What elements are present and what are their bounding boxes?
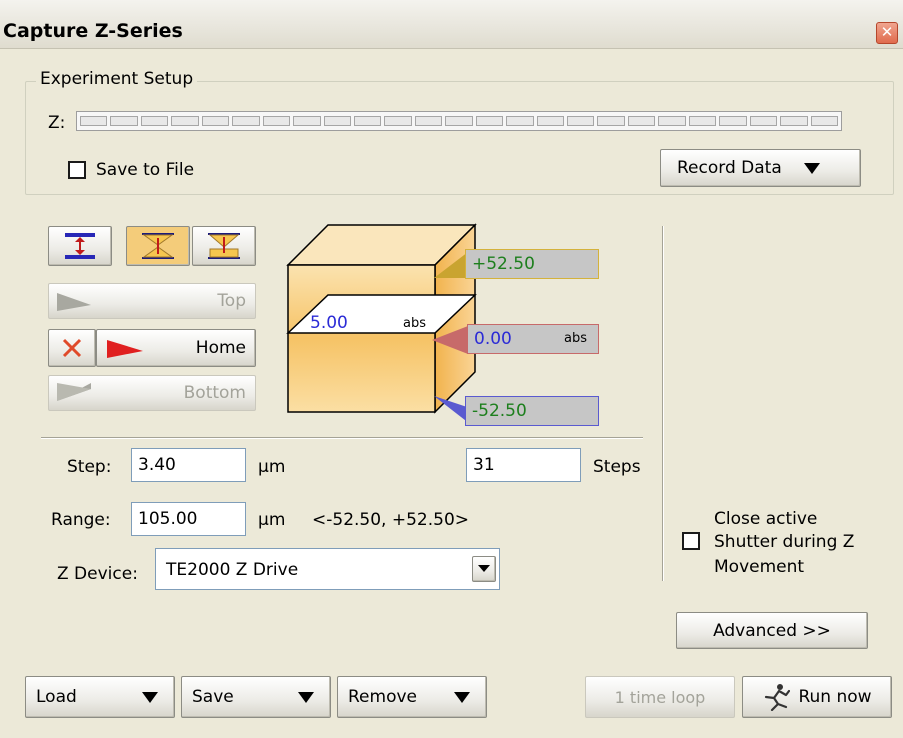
window-title: Capture Z-Series bbox=[3, 20, 183, 42]
advanced-button-label: Advanced >> bbox=[713, 620, 831, 641]
range-arrows-icon bbox=[65, 233, 95, 259]
z-device-value: TE2000 Z Drive bbox=[166, 560, 299, 580]
save-button[interactable]: Save bbox=[181, 676, 331, 718]
bottom-position-value: -52.50 bbox=[472, 401, 527, 421]
z-segment bbox=[506, 116, 534, 126]
steps-label: Steps bbox=[593, 457, 641, 477]
top-bottom-range-icon bbox=[208, 233, 240, 259]
home-button[interactable]: Home bbox=[96, 329, 256, 367]
step-unit: µm bbox=[258, 457, 286, 477]
chevron-down-icon bbox=[142, 691, 158, 703]
z-segment bbox=[323, 116, 351, 126]
z-segment bbox=[688, 116, 717, 126]
z-segment bbox=[201, 116, 230, 126]
save-to-file-label: Save to File bbox=[96, 160, 195, 180]
save-to-file-checkbox[interactable] bbox=[68, 161, 86, 179]
z-segment bbox=[80, 116, 108, 126]
z-segment bbox=[414, 116, 443, 126]
z-progress-bar bbox=[76, 111, 842, 131]
steps-input[interactable]: 31 bbox=[466, 448, 581, 482]
home-position-unit: abs bbox=[564, 331, 587, 346]
home-position-box: 0.00 abs bbox=[467, 324, 599, 354]
remove-button-label: Remove bbox=[348, 687, 417, 707]
range-input[interactable]: 105.00 bbox=[131, 502, 246, 536]
shutter-label-line2: Shutter during Z bbox=[714, 532, 855, 552]
step-input[interactable]: 3.40 bbox=[131, 448, 246, 482]
z-segment bbox=[353, 116, 382, 126]
chevron-down-icon bbox=[478, 565, 490, 572]
top-bottom-mode-button[interactable] bbox=[192, 226, 256, 266]
home-position-value: 0.00 bbox=[474, 329, 512, 349]
z-segment bbox=[719, 116, 747, 126]
top-button[interactable]: Top bbox=[48, 283, 256, 319]
z-device-dropdown-button[interactable] bbox=[472, 556, 496, 582]
bottom-position-box: -52.50 bbox=[465, 396, 599, 426]
play-arrow-icon bbox=[57, 383, 91, 401]
step-label: Step: bbox=[67, 457, 112, 477]
top-button-label: Top bbox=[217, 291, 246, 311]
time-loop-button[interactable]: 1 time loop bbox=[585, 676, 735, 718]
set-range-mode-button[interactable] bbox=[48, 226, 112, 266]
run-now-label: Run now bbox=[798, 687, 872, 707]
close-icon: ✕ bbox=[880, 23, 894, 41]
chevron-down-icon bbox=[803, 162, 820, 174]
chevron-down-icon bbox=[454, 691, 470, 703]
z-segment bbox=[536, 116, 564, 126]
z-segment bbox=[171, 116, 199, 126]
horizontal-divider bbox=[41, 437, 643, 439]
range-label: Range: bbox=[51, 510, 111, 530]
z-segment bbox=[567, 116, 595, 126]
bottom-button[interactable]: Bottom bbox=[48, 375, 256, 411]
symmetric-mode-button[interactable] bbox=[126, 226, 190, 266]
z-segment bbox=[597, 116, 625, 126]
z-segment bbox=[627, 116, 656, 126]
close-icon bbox=[62, 338, 82, 358]
running-man-icon bbox=[765, 684, 791, 711]
z-segment bbox=[658, 116, 686, 126]
range-bounds: <-52.50, +52.50> bbox=[312, 510, 470, 530]
z-segment bbox=[232, 116, 260, 126]
shutter-label-line1: Close active bbox=[714, 509, 818, 529]
home-marker-icon bbox=[432, 326, 468, 354]
home-button-label: Home bbox=[195, 338, 246, 358]
top-position-value: +52.50 bbox=[472, 254, 535, 274]
z-segment bbox=[262, 116, 291, 126]
vertical-divider bbox=[662, 226, 664, 581]
z-segment bbox=[293, 116, 321, 126]
shutter-label-line3: Movement bbox=[714, 557, 805, 577]
z-segment bbox=[140, 116, 169, 126]
time-loop-label: 1 time loop bbox=[614, 687, 706, 707]
current-z-value: 5.00 bbox=[310, 313, 348, 333]
z-segment bbox=[749, 116, 778, 126]
remove-button[interactable]: Remove bbox=[337, 676, 487, 718]
close-button[interactable]: ✕ bbox=[876, 22, 898, 44]
close-shutter-checkbox[interactable] bbox=[682, 532, 700, 550]
record-data-label: Record Data bbox=[677, 158, 782, 178]
top-position-box: +52.50 bbox=[465, 249, 599, 279]
play-arrow-icon bbox=[57, 293, 91, 311]
record-data-button[interactable]: Record Data bbox=[660, 149, 861, 187]
bottom-button-label: Bottom bbox=[183, 383, 246, 403]
z-segment bbox=[780, 116, 808, 126]
z-device-select[interactable]: TE2000 Z Drive bbox=[155, 548, 500, 590]
z-segment bbox=[445, 116, 473, 126]
advanced-button[interactable]: Advanced >> bbox=[676, 612, 868, 649]
load-button[interactable]: Load bbox=[25, 676, 175, 718]
z-device-label: Z Device: bbox=[57, 564, 138, 584]
play-arrow-icon bbox=[107, 340, 143, 358]
experiment-setup-label: Experiment Setup bbox=[36, 69, 198, 89]
save-button-label: Save bbox=[192, 687, 234, 707]
load-button-label: Load bbox=[36, 687, 77, 707]
z-label: Z: bbox=[48, 113, 66, 133]
clear-home-button[interactable] bbox=[48, 329, 96, 367]
symmetric-range-icon bbox=[142, 233, 174, 259]
run-now-button[interactable]: Run now bbox=[742, 676, 892, 718]
current-z-unit: abs bbox=[403, 316, 426, 331]
z-segment bbox=[384, 116, 412, 126]
z-segment bbox=[110, 116, 138, 126]
range-unit: µm bbox=[258, 510, 286, 530]
z-segment bbox=[810, 116, 838, 126]
z-segment bbox=[475, 116, 504, 126]
chevron-down-icon bbox=[298, 691, 314, 703]
